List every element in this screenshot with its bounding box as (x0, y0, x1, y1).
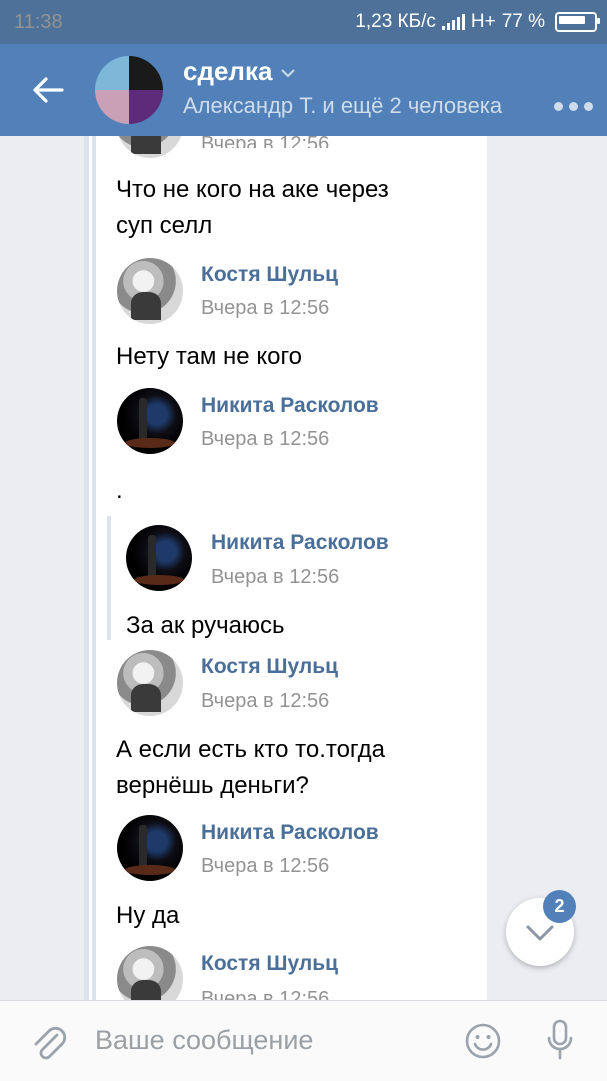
message-feed[interactable]: Вчера в 12:56 Что не кого на аке через с… (84, 136, 487, 1000)
message-text: Нету там не кого (116, 343, 303, 370)
message-time: Вчера в 12:56 (201, 988, 330, 1000)
microphone-icon[interactable] (545, 1018, 575, 1062)
message-input[interactable]: Ваше сообщение (95, 1025, 313, 1056)
quote-bar (92, 136, 96, 1000)
chat-members: Александр Т. и ещё 2 человека (183, 93, 503, 118)
message-text: А если есть кто то.тогда вернёшь деньги? (116, 736, 385, 799)
chat-header: сделка Александр Т. и ещё 2 человека (0, 44, 607, 136)
avatar[interactable] (117, 650, 183, 716)
back-arrow-icon[interactable] (30, 72, 66, 108)
chat-avatar[interactable] (95, 56, 163, 124)
message-text: . (116, 477, 123, 504)
paperclip-icon[interactable] (30, 1023, 66, 1063)
message-text: Что не кого на аке через суп селл (116, 176, 389, 239)
message-text: За ак ручаюсь (126, 612, 285, 639)
signal-icon (441, 14, 465, 30)
quote-bar (84, 136, 89, 1000)
message-time: Вчера в 12:56 (201, 855, 330, 877)
author-name[interactable]: Никита Расколов (211, 531, 389, 555)
chevron-down-icon (281, 69, 296, 78)
author-name[interactable]: Костя Шульц (201, 952, 338, 976)
emoji-icon[interactable] (464, 1022, 502, 1060)
status-bar: 11:38 1,23 КБ/с H+ 77 % (0, 0, 607, 44)
message-time: Вчера в 12:56 (201, 297, 330, 319)
composer: Ваше сообщение (0, 1000, 607, 1081)
typing-dots-icon (554, 102, 593, 111)
avatar[interactable] (126, 525, 192, 591)
author-name[interactable]: Костя Шульц (201, 263, 338, 287)
network-type: H+ (470, 11, 496, 32)
avatar[interactable] (117, 815, 183, 881)
message-time: Вчера в 12:56 (201, 428, 330, 450)
message-time: Вчера в 12:56 (201, 136, 330, 148)
network-speed: 1,23 КБ/с (355, 11, 436, 32)
avatar[interactable] (117, 136, 183, 158)
chat-title[interactable]: сделка (183, 56, 296, 87)
battery-icon (555, 12, 600, 32)
message-time: Вчера в 12:56 (201, 690, 330, 712)
avatar[interactable] (117, 258, 183, 324)
author-name[interactable]: Никита Расколов (201, 821, 379, 845)
author-name[interactable]: Никита Расколов (201, 394, 379, 418)
author-name[interactable]: Костя Шульц (201, 655, 338, 679)
avatar[interactable] (117, 388, 183, 454)
message-time: Вчера в 12:56 (211, 566, 340, 588)
message-text: Ну да (116, 902, 180, 929)
clock: 11:38 (14, 11, 63, 33)
battery-percent: 77 % (501, 11, 545, 32)
unread-badge: 2 (543, 890, 576, 923)
quote-bar (107, 516, 111, 640)
avatar[interactable] (117, 946, 183, 1000)
